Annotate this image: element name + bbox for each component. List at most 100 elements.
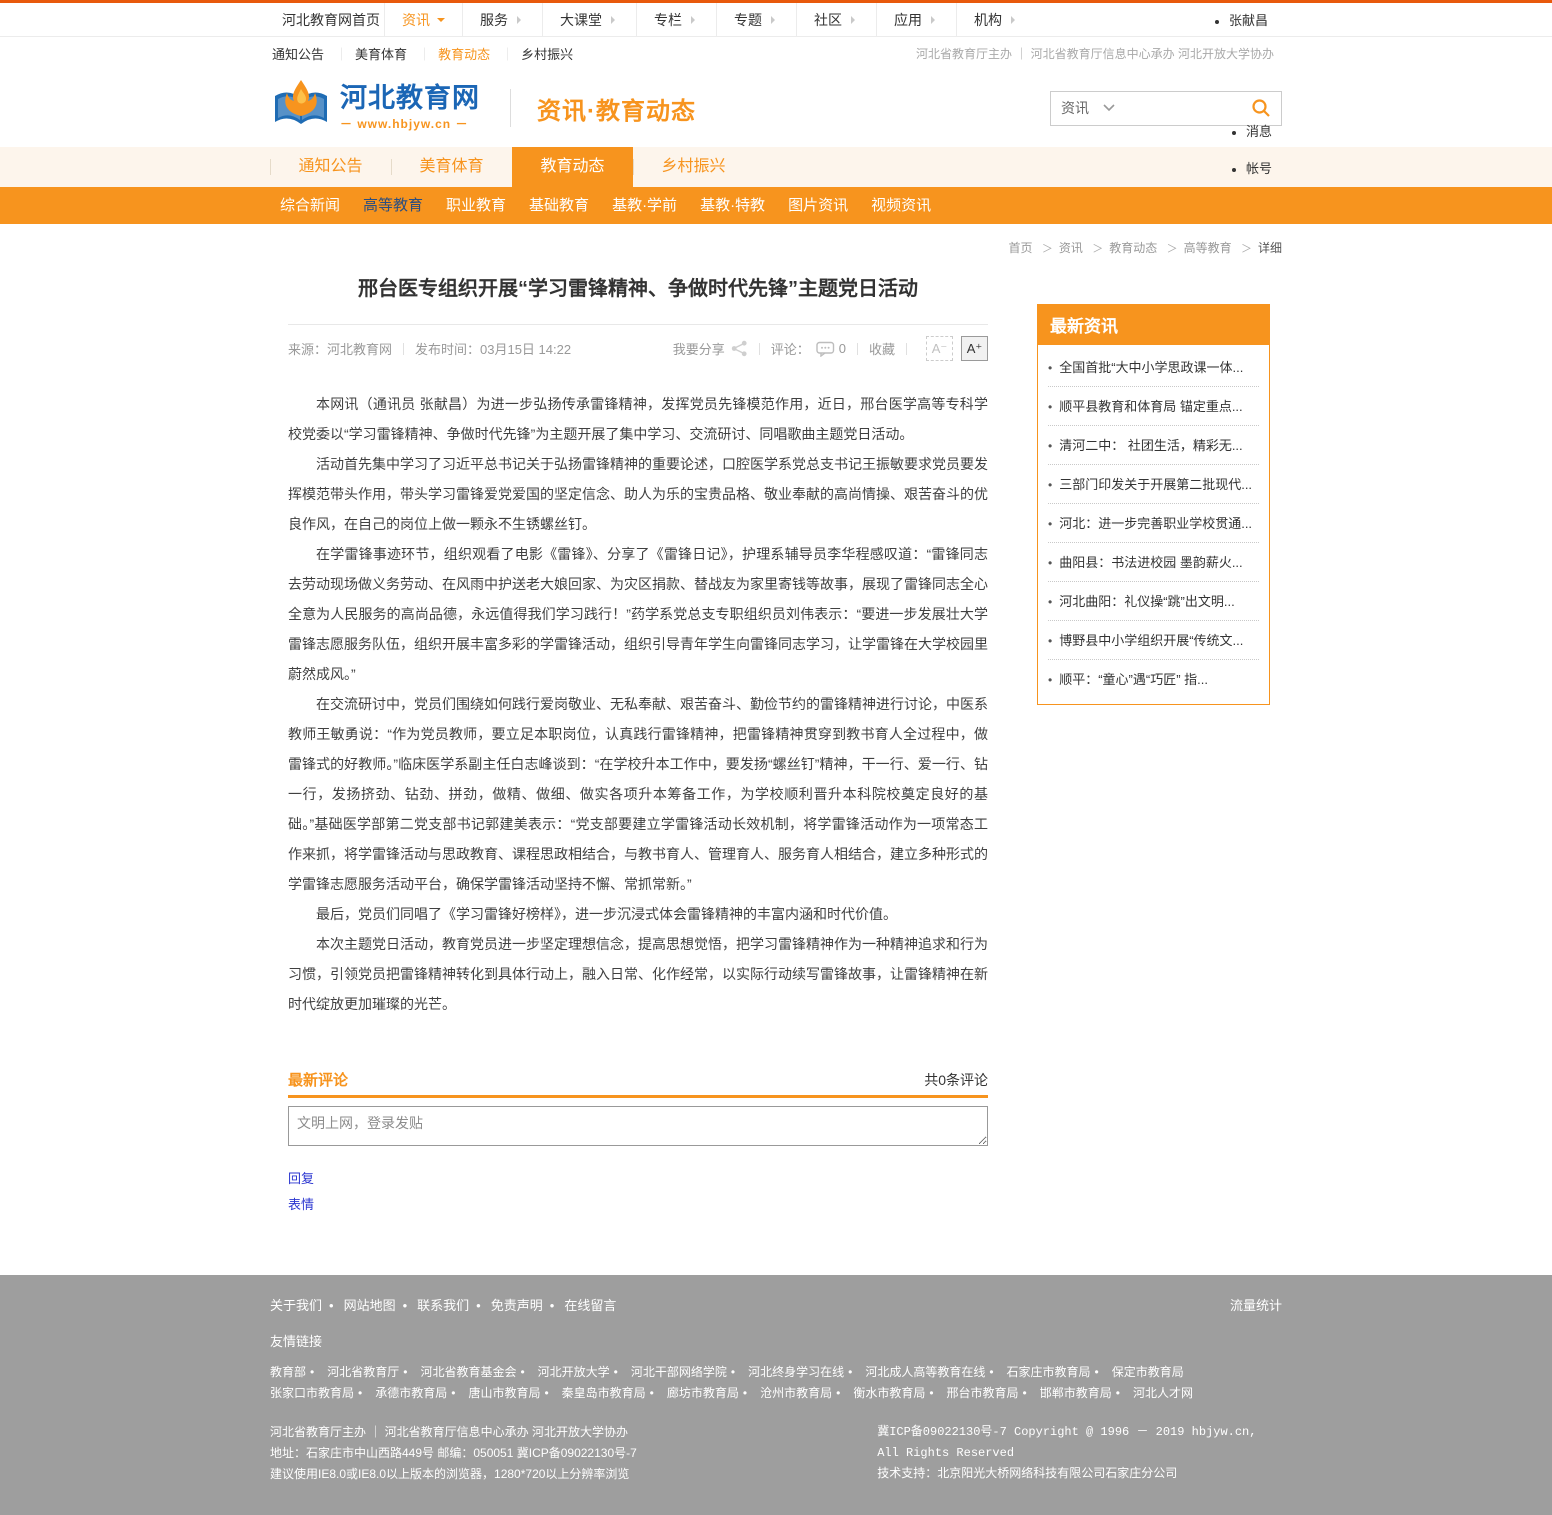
comment-bubble-icon[interactable] bbox=[816, 341, 835, 357]
friend-link[interactable]: 石家庄市教育局 bbox=[1007, 1362, 1112, 1383]
breadcrumb-item[interactable]: 详细 bbox=[1235, 241, 1282, 255]
friend-link[interactable]: 河北省教育基金会 bbox=[420, 1362, 537, 1383]
footer-link[interactable]: 网站地图 bbox=[344, 1295, 418, 1314]
article-body: 本网讯（通讯员 张献昌）为进一步弘扬传承雷锋精神，发挥党员先锋模范作用，近日，邢… bbox=[288, 389, 988, 1019]
user-name[interactable]: 张献昌 bbox=[1215, 10, 1268, 29]
breadcrumb-item[interactable]: 首页 bbox=[1009, 241, 1033, 255]
page-footer: 关于我们 网站地图 联系我们 免责声明 在线留言 流量统计 友情链接 教育部 河… bbox=[0, 1275, 1552, 1515]
friend-link[interactable]: 邯郸市教育局 bbox=[1040, 1383, 1133, 1404]
article-meta: 来源：河北教育网 发布时间：03月15日 14:22 我要分享 评论： bbox=[288, 324, 988, 373]
traffic-stats-link[interactable]: 流量统计 bbox=[1230, 1295, 1282, 1314]
favorite-button[interactable]: 收藏 bbox=[869, 339, 895, 358]
hosted-by-text: 河北省教育厅主办 ｜ 河北省教育厅信息中心承办 河北开放大学协办 bbox=[916, 45, 1282, 62]
friend-link[interactable]: 河北开放大学 bbox=[538, 1362, 631, 1383]
site-logo[interactable]: 河北教育网 － www.hbjyw.cn － bbox=[270, 79, 480, 138]
friend-link[interactable]: 张家口市教育局 bbox=[270, 1383, 375, 1404]
chevron-down-icon bbox=[1103, 104, 1115, 112]
tab[interactable]: 美育体育 bbox=[391, 147, 512, 187]
subnav-item[interactable]: 高等教育 bbox=[363, 187, 423, 224]
friend-link[interactable]: 保定市教育局 bbox=[1112, 1362, 1184, 1383]
topnav-home-link[interactable]: 河北教育网首页 bbox=[270, 10, 384, 30]
channel-link[interactable]: 通知公告 bbox=[270, 44, 326, 63]
breadcrumb-item[interactable]: 教育动态 bbox=[1086, 241, 1157, 255]
subnav-item[interactable]: 基教·特教 bbox=[700, 187, 765, 224]
logo-book-flame-icon bbox=[270, 79, 332, 138]
emoji-link[interactable]: 表情 bbox=[288, 1194, 988, 1213]
reply-link[interactable]: 回复 bbox=[288, 1168, 988, 1187]
latest-news-item[interactable]: 顺平县教育和体育局 锚定重点... bbox=[1048, 387, 1259, 426]
bullet-icon bbox=[1232, 131, 1236, 135]
topnav-item[interactable]: 资讯 bbox=[384, 3, 462, 36]
friend-link[interactable]: 秦皇岛市教育局 bbox=[562, 1383, 667, 1404]
latest-news-item[interactable]: 河北：进一步完善职业学校贯通... bbox=[1048, 504, 1259, 543]
latest-news-item[interactable]: 清河二中： 社团生活，精彩无... bbox=[1048, 426, 1259, 465]
friend-link[interactable]: 河北成人高等教育在线 bbox=[865, 1362, 1006, 1383]
latest-news-item[interactable]: 三部门印发关于开展第二批现代... bbox=[1048, 465, 1259, 504]
topnav-item[interactable]: 专题 bbox=[716, 3, 796, 36]
tab[interactable]: 教育动态 bbox=[512, 147, 633, 187]
topnav-item[interactable]: 大课堂 bbox=[542, 3, 636, 36]
friend-link[interactable]: 唐山市教育局 bbox=[468, 1383, 561, 1404]
topnav-item[interactable]: 应用 bbox=[876, 3, 956, 36]
top-navbar: 河北教育网首页 资讯 服务 大课堂 专栏 专题 社区 应用 机构 bbox=[0, 3, 1552, 37]
friend-link[interactable]: 承德市教育局 bbox=[375, 1383, 468, 1404]
comment-count: 0 bbox=[839, 341, 846, 356]
friend-link[interactable]: 河北省教育厅 bbox=[327, 1362, 420, 1383]
friend-link[interactable]: 教育部 bbox=[270, 1362, 327, 1383]
subnav-item[interactable]: 综合新闻 bbox=[280, 187, 340, 224]
subnav-item[interactable]: 视频资讯 bbox=[871, 187, 931, 224]
friend-link[interactable]: 河北终身学习在线 bbox=[748, 1362, 865, 1383]
subnav-item[interactable]: 基教·学前 bbox=[612, 187, 677, 224]
footer-link[interactable]: 免责声明 bbox=[491, 1295, 565, 1314]
subnav-item[interactable]: 基础教育 bbox=[529, 187, 589, 224]
footer-link[interactable]: 联系我们 bbox=[417, 1295, 491, 1314]
font-larger-button[interactable]: A⁺ bbox=[961, 336, 988, 361]
user-menu-account[interactable]: 帐号 bbox=[1228, 150, 1272, 187]
topnav-item[interactable]: 社区 bbox=[796, 3, 876, 36]
channel-link[interactable]: 美育体育 bbox=[326, 44, 409, 63]
subnav-item[interactable]: 职业教育 bbox=[446, 187, 506, 224]
divider bbox=[403, 343, 404, 355]
channel-link[interactable]: 乡村振兴 bbox=[492, 44, 575, 63]
footer-info-line: 冀ICP备09022130号-7 Copyright @ 1996 － 2019… bbox=[877, 1422, 1282, 1464]
friend-link[interactable]: 廊坊市教育局 bbox=[667, 1383, 760, 1404]
latest-news-title: 最新资讯 bbox=[1038, 305, 1269, 345]
friend-link[interactable]: 邢台市教育局 bbox=[947, 1383, 1040, 1404]
footer-link[interactable]: 关于我们 bbox=[270, 1295, 344, 1314]
share-icon bbox=[731, 340, 748, 357]
article-paragraph: 活动首先集中学习了习近平总书记关于弘扬雷锋精神的重要论述，口腔医学系党总支书记王… bbox=[288, 449, 988, 539]
breadcrumb-item[interactable]: 高等教育 bbox=[1161, 241, 1232, 255]
article-source: 来源：河北教育网 bbox=[288, 339, 392, 358]
topnav-item[interactable]: 服务 bbox=[462, 3, 542, 36]
friend-links-row2: 张家口市教育局 承德市教育局 唐山市教育局 秦皇岛市教育局 廊坊市教育局 沧州市… bbox=[270, 1383, 1282, 1404]
latest-news-item[interactable]: 全国首批“大中小学思政课一体... bbox=[1048, 348, 1259, 387]
subnav-item[interactable]: 图片资讯 bbox=[788, 187, 848, 224]
search-input[interactable] bbox=[1121, 95, 1245, 121]
footer-link[interactable]: 在线留言 bbox=[564, 1295, 616, 1314]
topnav-item[interactable]: 专栏 bbox=[636, 3, 716, 36]
tab[interactable]: 乡村振兴 bbox=[633, 147, 754, 187]
friend-link[interactable]: 河北干部网络学院 bbox=[631, 1362, 748, 1383]
friend-link[interactable]: 河北人才网 bbox=[1133, 1383, 1193, 1404]
comment-input[interactable] bbox=[288, 1106, 988, 1146]
breadcrumb-item[interactable]: 资讯 bbox=[1036, 241, 1083, 255]
friend-link[interactable]: 衡水市教育局 bbox=[853, 1383, 946, 1404]
latest-news-item[interactable]: 顺平：“童心”遇“巧匠” 指... bbox=[1048, 660, 1259, 698]
channel-bar: 通知公告 美育体育 教育动态 乡村振兴 河北省教育厅主办 ｜ 河北省教育厅信息中… bbox=[0, 37, 1552, 69]
latest-news-item[interactable]: 博野县中小学组织开展“传统文... bbox=[1048, 621, 1259, 660]
search-category-select[interactable]: 资讯 bbox=[1061, 98, 1115, 118]
font-smaller-button[interactable]: A⁻ bbox=[926, 336, 953, 361]
user-menu-message[interactable]: 消息 bbox=[1228, 113, 1272, 150]
comments-title: 最新评论 bbox=[288, 1069, 348, 1090]
header-divider bbox=[510, 89, 511, 127]
latest-news-item[interactable]: 河北曲阳：礼仪操“跳”出文明... bbox=[1048, 582, 1259, 621]
tab[interactable]: 通知公告 bbox=[270, 147, 391, 187]
breadcrumb: 首页 资讯 教育动态 高等教育 详细 bbox=[270, 224, 1282, 262]
footer-links: 关于我们 网站地图 联系我们 免责声明 在线留言 bbox=[270, 1295, 616, 1314]
friend-links-row1: 教育部 河北省教育厅 河北省教育基金会 河北开放大学 河北干部网络学院 河北终身… bbox=[270, 1362, 1282, 1383]
topnav-item[interactable]: 机构 bbox=[956, 3, 1036, 36]
friend-link[interactable]: 沧州市教育局 bbox=[760, 1383, 853, 1404]
share-button[interactable]: 我要分享 bbox=[673, 339, 748, 358]
latest-news-item[interactable]: 曲阳县：书法进校园 墨韵薪火... bbox=[1048, 543, 1259, 582]
channel-link[interactable]: 教育动态 bbox=[409, 44, 492, 63]
